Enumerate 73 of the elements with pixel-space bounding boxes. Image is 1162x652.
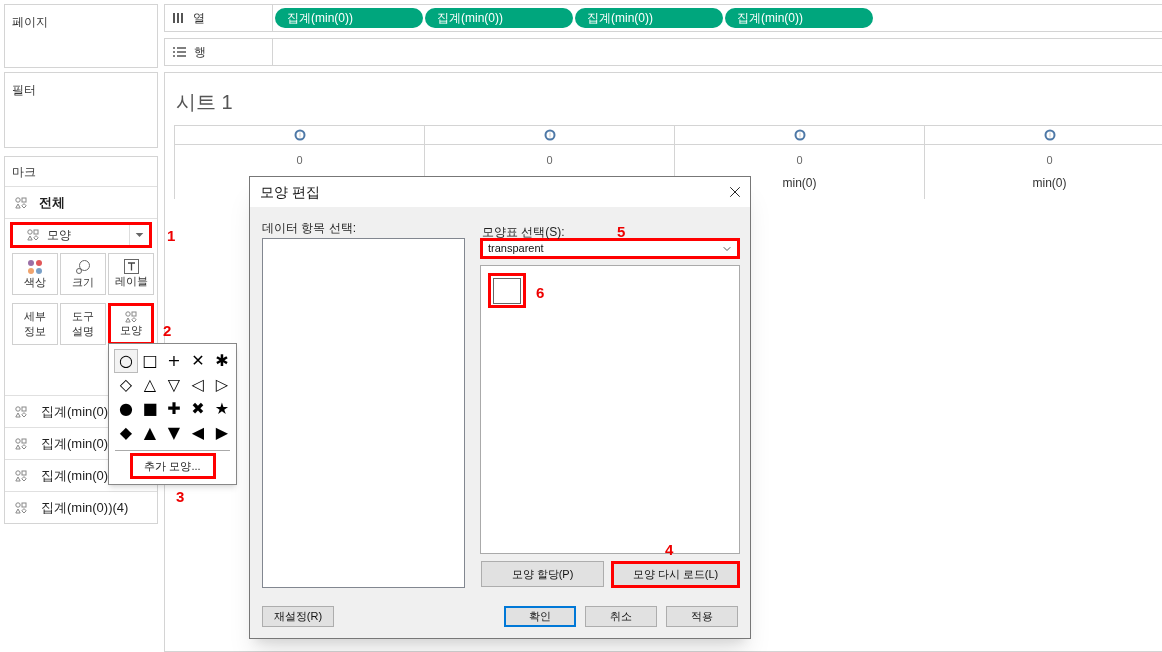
shapes-icon bbox=[15, 405, 27, 418]
shape-option[interactable]: ✚ bbox=[162, 397, 186, 421]
axis-field-label: min(0) bbox=[782, 174, 817, 192]
callout-number: 6 bbox=[536, 285, 545, 300]
dialog-button[interactable]: 적용 bbox=[666, 606, 738, 627]
card-title: 마크 bbox=[5, 157, 157, 187]
shape-option[interactable]: ◁ bbox=[186, 373, 210, 397]
shape-option[interactable]: ◀ bbox=[186, 421, 210, 445]
rows-icon bbox=[173, 47, 186, 57]
shapes-icon bbox=[15, 469, 27, 482]
axis-field-label: min(0) bbox=[1032, 174, 1067, 192]
shapes-icon bbox=[125, 310, 137, 323]
shape-swatch[interactable] bbox=[488, 273, 526, 308]
axis-value: 0 bbox=[546, 153, 553, 168]
axis-value: 0 bbox=[1046, 153, 1053, 168]
mark-property-button[interactable]: 모양 bbox=[108, 303, 154, 345]
mark-type-dropdown[interactable]: 모양 bbox=[10, 222, 152, 248]
shape-option[interactable]: △ bbox=[138, 373, 162, 397]
field-label: 데이터 항목 선택: bbox=[262, 220, 357, 237]
shelf-label: 열 bbox=[193, 10, 205, 27]
shape-option[interactable]: ▶ bbox=[210, 421, 234, 445]
field-label: 모양표 선택(S): bbox=[481, 225, 565, 239]
marks-all-label: 전체 bbox=[39, 193, 65, 212]
circle-mark-icon bbox=[543, 129, 556, 141]
sheet-title: 시트 1 bbox=[175, 90, 234, 115]
card-title: 페이지 bbox=[11, 14, 49, 31]
dots-icon bbox=[27, 258, 43, 275]
shape-option[interactable]: ✕ bbox=[186, 349, 210, 373]
shape-option[interactable]: ✱ bbox=[210, 349, 234, 373]
shape-option[interactable]: + bbox=[162, 349, 186, 373]
size-icon bbox=[75, 258, 91, 275]
shape-option[interactable]: ▷ bbox=[210, 373, 234, 397]
shapes-icon bbox=[15, 501, 27, 514]
callout-number: 4 bbox=[665, 542, 674, 557]
circle-mark-icon bbox=[793, 129, 806, 141]
shelf-label: 행 bbox=[194, 44, 206, 61]
shape-option[interactable]: □ bbox=[138, 349, 162, 373]
shape-option[interactable]: ✖ bbox=[186, 397, 210, 421]
mark-layer-row[interactable]: 집계(min(0))(4) bbox=[5, 491, 157, 523]
mark-property-button[interactable]: 크기 bbox=[60, 253, 106, 295]
shapes-icon bbox=[27, 229, 39, 241]
text-icon bbox=[123, 259, 139, 274]
shape-option[interactable]: ▽ bbox=[162, 373, 186, 397]
dialog-title: 모양 편집 bbox=[260, 182, 320, 202]
dialog-button[interactable]: 재설정(R) bbox=[262, 606, 334, 627]
mark-property-button[interactable]: 색상 bbox=[12, 253, 58, 295]
circle-mark-icon bbox=[1043, 129, 1056, 141]
reload-shapes-button[interactable]: 모양 다시 로드(L) bbox=[611, 561, 740, 588]
columns-icon bbox=[173, 13, 185, 23]
shape-option[interactable]: ◇ bbox=[114, 373, 138, 397]
mark-property-button[interactable]: 레이블 bbox=[108, 253, 154, 295]
shapes-icon bbox=[15, 196, 27, 209]
callout-number: 1 bbox=[167, 228, 176, 243]
shape-option[interactable]: ○ bbox=[114, 349, 138, 373]
dialog-button[interactable]: 취소 bbox=[585, 606, 657, 627]
shape-option[interactable]: ▼ bbox=[162, 421, 186, 445]
card-title: 필터 bbox=[11, 82, 37, 99]
callout-number: 5 bbox=[617, 224, 626, 239]
circle-mark-icon bbox=[293, 129, 306, 141]
shapes-icon bbox=[15, 437, 27, 450]
assign-shape-button[interactable]: 모양 할당(P) bbox=[481, 561, 604, 587]
axis-value: 0 bbox=[796, 153, 803, 168]
callout-number: 2 bbox=[163, 323, 172, 338]
dialog-button[interactable]: 확인 bbox=[504, 606, 576, 627]
axis-value: 0 bbox=[296, 153, 303, 168]
more-shapes-button[interactable]: 추가 모양... bbox=[129, 453, 216, 479]
palette-dropdown[interactable]: transparent bbox=[480, 238, 740, 259]
shape-option[interactable]: ● bbox=[114, 397, 138, 421]
mark-property-button[interactable]: 도구 설명 bbox=[60, 303, 106, 345]
mark-type-value: 모양 bbox=[47, 227, 72, 244]
shape-option[interactable]: ★ bbox=[210, 397, 234, 421]
callout-number: 3 bbox=[176, 489, 185, 504]
mark-property-button[interactable]: 세부 정보 bbox=[12, 303, 58, 345]
